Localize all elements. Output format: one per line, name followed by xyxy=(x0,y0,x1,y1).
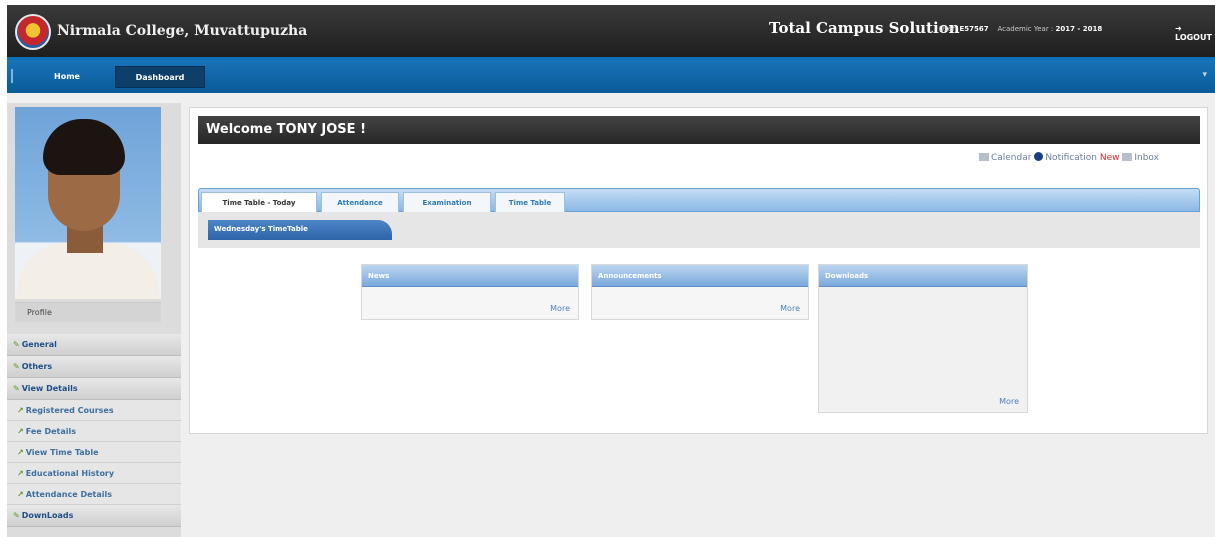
academic-year: 2017 - 2018 xyxy=(1055,25,1103,33)
news-title: News xyxy=(362,265,578,287)
arrow-icon: ↗ xyxy=(17,469,24,478)
menu-attendance-details[interactable]: ↗ Attendance Details xyxy=(7,484,181,505)
menu-registered-courses[interactable]: ↗ Registered Courses xyxy=(7,400,181,421)
college-logo xyxy=(15,14,51,50)
user-info: User: E57567 Academic Year : 2017 - 2018 xyxy=(939,25,1102,33)
app-title: Total Campus Solution xyxy=(769,19,960,37)
college-name: Nirmala College, Muvattupuzha xyxy=(57,23,308,39)
user-id: E57567 xyxy=(959,25,989,33)
year-label: Academic Year : xyxy=(997,25,1054,33)
tab-examination[interactable]: Examination xyxy=(403,192,491,213)
announcements-box: Announcements More xyxy=(591,264,809,320)
notification-link[interactable]: Notification New xyxy=(1034,152,1120,163)
menu-educational-history[interactable]: ↗ Educational History xyxy=(7,463,181,484)
edit-icon: ✎ xyxy=(13,511,20,520)
timetable-strip: Wednesday's TimeTable xyxy=(198,212,1200,248)
menu-view-time-table[interactable]: ↗ View Time Table xyxy=(7,442,181,463)
downloads-more-link[interactable]: More xyxy=(999,397,1019,406)
nav-left-edge xyxy=(11,69,13,83)
menu-others[interactable]: ✎ Others xyxy=(7,356,181,378)
main-nav: Home Dashboard ▾ xyxy=(7,57,1215,93)
news-more-link[interactable]: More xyxy=(550,304,570,313)
welcome-banner: Welcome TONY JOSE ! xyxy=(198,116,1200,144)
menu-downloads[interactable]: ✎ DownLoads xyxy=(7,505,181,527)
nav-collapse-icon[interactable]: ▾ xyxy=(1202,70,1207,80)
sidebar-menu: ✎ General ✎ Others ✎ View Details ↗ Register… xyxy=(7,334,181,527)
inbox-icon xyxy=(1122,153,1133,161)
menu-view-details[interactable]: ✎ View Details xyxy=(7,378,181,400)
top-header: Nirmala College, Muvattupuzha Total Camp… xyxy=(7,5,1215,57)
tab-time-table-today[interactable]: Time Table - Today xyxy=(201,192,317,213)
downloads-box: Downloads More xyxy=(818,264,1028,413)
profile-button[interactable]: Profile xyxy=(15,302,161,322)
arrow-icon: ↗ xyxy=(17,448,24,457)
info-icon xyxy=(1034,152,1044,161)
tab-bar: Time Table - Today Attendance Examinatio… xyxy=(198,188,1200,213)
logout-button[interactable]: ➜ LOGOUT xyxy=(1175,24,1215,42)
user-label: User: xyxy=(939,25,958,33)
quick-links: Calendar Notification New Inbox xyxy=(978,152,1159,163)
calendar-link[interactable]: Calendar xyxy=(978,153,1031,163)
announcements-more-link[interactable]: More xyxy=(780,304,800,313)
tab-attendance[interactable]: Attendance xyxy=(321,192,399,213)
nav-dashboard[interactable]: Dashboard xyxy=(115,66,205,88)
arrow-icon: ↗ xyxy=(17,406,24,415)
arrow-icon: ↗ xyxy=(17,490,24,499)
announcements-title: Announcements xyxy=(592,265,808,287)
nav-home[interactable]: Home xyxy=(37,66,97,88)
edit-icon: ✎ xyxy=(13,362,20,371)
tab-time-table[interactable]: Time Table xyxy=(495,192,565,213)
arrow-icon: ↗ xyxy=(17,427,24,436)
logout-icon: ➜ xyxy=(1175,24,1182,33)
menu-fee-details[interactable]: ↗ Fee Details xyxy=(7,421,181,442)
profile-photo xyxy=(15,107,161,299)
timetable-label: Wednesday's TimeTable xyxy=(208,220,392,240)
sidebar: Profile ✎ General ✎ Others ✎ View Details ↗… xyxy=(7,103,181,537)
edit-icon: ✎ xyxy=(13,340,20,349)
inbox-link[interactable]: Inbox xyxy=(1122,153,1159,163)
edit-icon: ✎ xyxy=(13,384,20,393)
calendar-icon xyxy=(978,153,989,161)
logout-label: LOGOUT xyxy=(1175,33,1212,42)
menu-general[interactable]: ✎ General xyxy=(7,334,181,356)
new-badge: New xyxy=(1099,153,1120,163)
news-box: News More xyxy=(361,264,579,320)
dashboard-panel: Welcome TONY JOSE ! Calendar Notificatio… xyxy=(189,107,1208,434)
downloads-title: Downloads xyxy=(819,265,1027,287)
